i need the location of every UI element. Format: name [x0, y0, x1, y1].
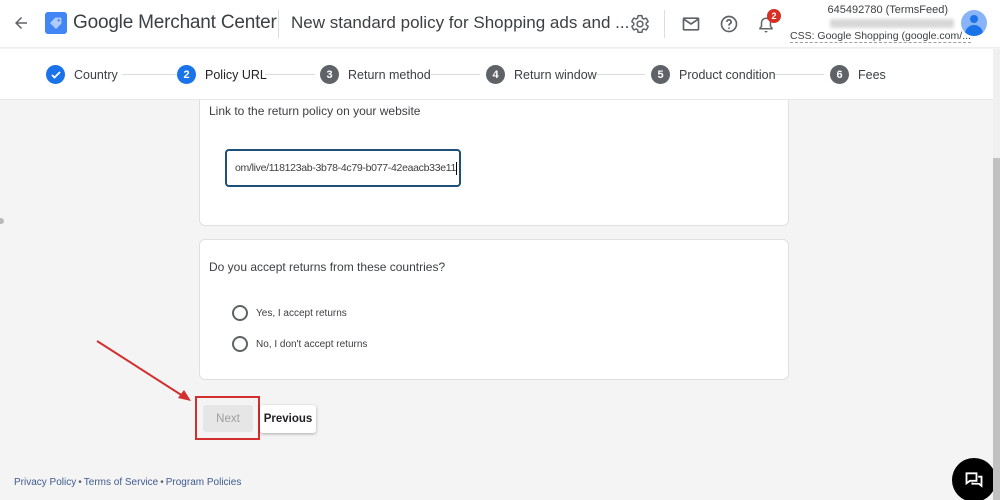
step-connector	[122, 74, 178, 75]
header-divider-2	[664, 10, 665, 38]
step-label: Country	[74, 67, 118, 82]
privacy-policy-link[interactable]: Privacy Policy	[14, 477, 76, 488]
settings-button[interactable]	[628, 12, 652, 36]
feedback-chat-button[interactable]	[952, 458, 996, 500]
text-caret	[456, 161, 458, 175]
step-country[interactable]: Country	[46, 65, 118, 84]
account-email-redacted	[830, 19, 954, 28]
returns-question: Do you accept returns from these countri…	[209, 260, 446, 274]
radio-label: Yes, I accept returns	[256, 307, 347, 319]
messages-button[interactable]	[679, 12, 703, 36]
step-policy-url[interactable]: 2 Policy URL	[177, 65, 267, 84]
step-number: 4	[486, 65, 505, 84]
step-label: Policy URL	[205, 67, 267, 82]
avatar-icon	[970, 15, 978, 23]
merchant-center-logo	[45, 12, 67, 34]
scrollbar-thumb[interactable]	[993, 158, 1000, 500]
account-id: 645492780 (TermsFeed)	[827, 4, 948, 16]
program-policies-link[interactable]: Program Policies	[166, 477, 242, 488]
step-number: 3	[320, 65, 339, 84]
header-divider	[278, 10, 279, 38]
policy-url-label: Link to the return policy on your websit…	[209, 104, 421, 118]
mail-icon	[682, 17, 700, 31]
help-button[interactable]	[717, 12, 741, 36]
policy-url-input[interactable]: om/live/118123ab-3b78-4c79-b077-42eaacb3…	[225, 149, 461, 187]
step-label: Fees	[858, 67, 886, 82]
merchant-tag-icon	[50, 17, 62, 29]
notification-badge: 2	[767, 9, 781, 23]
step-number: 6	[830, 65, 849, 84]
radio-no-returns[interactable]: No, I don't accept returns	[232, 336, 367, 352]
gear-icon	[631, 14, 649, 34]
step-label: Return method	[348, 67, 431, 82]
progress-stepper: Country 2 Policy URL 3 Return method 4 R…	[0, 49, 993, 100]
step-connector	[774, 74, 824, 75]
step-fees[interactable]: 6 Fees	[830, 65, 886, 84]
annotation-highlight-box	[195, 396, 260, 440]
step-return-method[interactable]: 3 Return method	[320, 65, 431, 84]
check-icon	[46, 65, 65, 84]
previous-button[interactable]: Previous	[260, 405, 316, 433]
help-icon	[720, 15, 738, 33]
chat-icon	[965, 472, 983, 488]
step-label: Return window	[514, 67, 597, 82]
side-handle	[0, 218, 4, 224]
radio-label: No, I don't accept returns	[256, 338, 368, 350]
avatar[interactable]	[961, 10, 987, 36]
back-arrow-icon	[15, 17, 27, 29]
step-number: 2	[177, 65, 196, 84]
step-product-condition[interactable]: 5 Product condition	[651, 65, 776, 84]
terms-of-service-link[interactable]: Terms of Service	[84, 477, 158, 488]
step-connector	[595, 74, 645, 75]
step-connector	[265, 74, 315, 75]
radio-accept-returns[interactable]: Yes, I accept returns	[232, 305, 347, 321]
back-button[interactable]	[10, 12, 32, 34]
radio-unchecked-icon	[232, 305, 248, 321]
annotation-arrow-head	[178, 390, 191, 401]
top-app-bar: Google Merchant Center New standard poli…	[0, 0, 1000, 48]
annotation-arrow-line	[96, 340, 187, 399]
step-label: Product condition	[679, 67, 776, 82]
brand-name: Google Merchant Center	[73, 12, 277, 33]
policy-url-value: om/live/118123ab-3b78-4c79-b077-42eaacb3…	[235, 162, 457, 174]
footer-links: Privacy Policy • Terms of Service • Program …	[14, 477, 242, 488]
step-connector	[428, 74, 480, 75]
step-number: 5	[651, 65, 670, 84]
page-title: New standard policy for Shopping ads and…	[291, 13, 630, 32]
radio-unchecked-icon	[232, 336, 248, 352]
account-switcher[interactable]: CSS: Google Shopping (google.com/...	[790, 30, 971, 43]
step-return-window[interactable]: 4 Return window	[486, 65, 597, 84]
